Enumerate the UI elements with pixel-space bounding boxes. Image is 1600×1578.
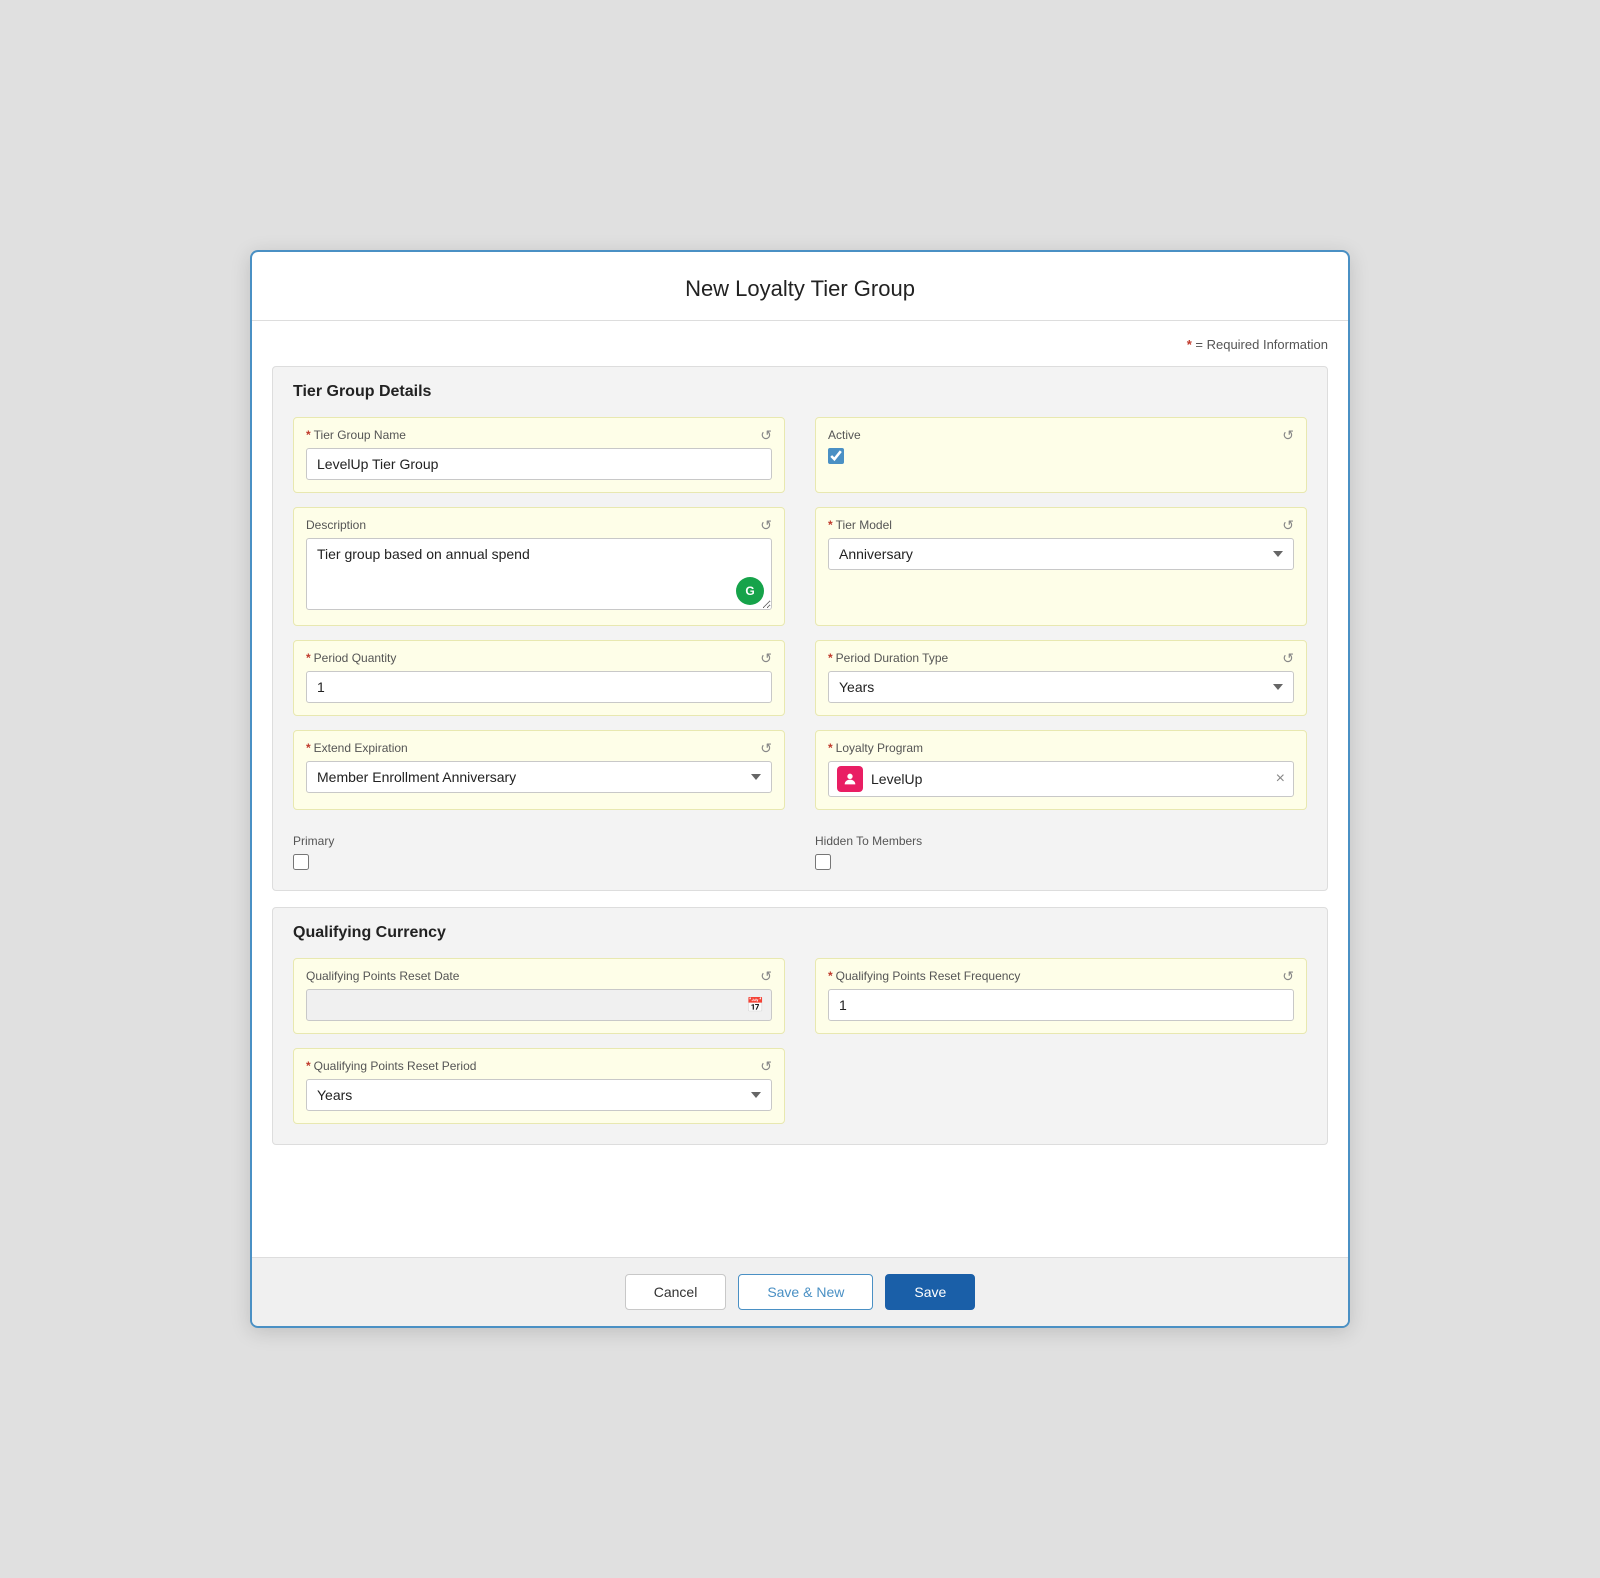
qualifying-currency-grid: Qualifying Points Reset Date ↺ 📅 * Quali…	[293, 958, 1307, 1124]
active-label: Active ↺	[828, 428, 1294, 442]
description-textarea-wrapper: Tier group based on annual spend G	[306, 538, 772, 613]
modal-title: New Loyalty Tier Group	[272, 276, 1328, 302]
qualifying-points-reset-date-reset-icon[interactable]: ↺	[760, 969, 772, 983]
loyalty-program-clear-icon[interactable]: ×	[1276, 771, 1285, 787]
extra-space	[272, 1161, 1328, 1241]
primary-field: Primary	[293, 824, 785, 870]
qualifying-points-reset-date-field: Qualifying Points Reset Date ↺ 📅	[293, 958, 785, 1034]
loyalty-program-label: * Loyalty Program	[828, 741, 1294, 755]
loyalty-program-field: * Loyalty Program LevelUp ×	[815, 730, 1307, 810]
period-duration-type-field: * Period Duration Type ↺ Years Months Da…	[815, 640, 1307, 716]
modal-body: * = Required Information Tier Group Deta…	[252, 321, 1348, 1257]
tier-group-details-grid: * Tier Group Name ↺ Active ↺	[293, 417, 1307, 870]
hidden-to-members-checkbox[interactable]	[815, 854, 831, 870]
modal-container: New Loyalty Tier Group * = Required Info…	[250, 250, 1350, 1328]
qualifying-points-reset-period-select[interactable]: Years Months Days	[306, 1079, 772, 1111]
period-duration-type-reset-icon[interactable]: ↺	[1282, 651, 1294, 665]
save-button[interactable]: Save	[885, 1274, 975, 1310]
active-checkbox-wrapper	[828, 448, 1294, 464]
modal-footer: Cancel Save & New Save	[252, 1257, 1348, 1326]
required-label: = Required Information	[1195, 337, 1328, 352]
tier-group-details-title: Tier Group Details	[293, 383, 1307, 401]
grammarly-icon: G	[736, 577, 764, 605]
active-reset-icon[interactable]: ↺	[1282, 428, 1294, 442]
tier-model-reset-icon[interactable]: ↺	[1282, 518, 1294, 532]
description-textarea[interactable]: Tier group based on annual spend	[306, 538, 772, 610]
description-field: Description ↺ Tier group based on annual…	[293, 507, 785, 626]
hidden-to-members-checkbox-wrapper	[815, 854, 1307, 870]
extend-expiration-select[interactable]: Member Enrollment Anniversary Calendar Y…	[306, 761, 772, 793]
period-quantity-input[interactable]	[306, 671, 772, 703]
description-label: Description ↺	[306, 518, 772, 532]
loyalty-program-name: LevelUp	[871, 771, 1268, 787]
active-checkbox[interactable]	[828, 448, 844, 464]
hidden-to-members-label: Hidden To Members	[815, 834, 1307, 848]
empty-space	[815, 1048, 1307, 1124]
period-quantity-reset-icon[interactable]: ↺	[760, 651, 772, 665]
tier-group-name-label: * Tier Group Name ↺	[306, 428, 772, 442]
tier-model-field: * Tier Model ↺ Anniversary Calendar Year…	[815, 507, 1307, 626]
date-input-wrapper: 📅	[306, 989, 772, 1021]
qualifying-points-reset-date-label: Qualifying Points Reset Date ↺	[306, 969, 772, 983]
cancel-button[interactable]: Cancel	[625, 1274, 727, 1310]
tier-group-name-input[interactable]	[306, 448, 772, 480]
calendar-icon: 📅	[747, 997, 764, 1014]
period-duration-type-select[interactable]: Years Months Days	[828, 671, 1294, 703]
period-duration-type-label: * Period Duration Type ↺	[828, 651, 1294, 665]
loyalty-program-display[interactable]: LevelUp ×	[828, 761, 1294, 797]
qualifying-currency-section: Qualifying Currency Qualifying Points Re…	[272, 907, 1328, 1145]
qualifying-points-reset-period-field: * Qualifying Points Reset Period ↺ Years…	[293, 1048, 785, 1124]
period-quantity-field: * Period Quantity ↺	[293, 640, 785, 716]
primary-checkbox-wrapper	[293, 854, 785, 870]
tier-group-name-field: * Tier Group Name ↺	[293, 417, 785, 493]
active-field: Active ↺	[815, 417, 1307, 493]
primary-checkbox[interactable]	[293, 854, 309, 870]
extend-expiration-label: * Extend Expiration ↺	[306, 741, 772, 755]
qualifying-points-reset-frequency-label: * Qualifying Points Reset Frequency ↺	[828, 969, 1294, 983]
loyalty-program-icon	[837, 766, 863, 792]
qualifying-points-reset-period-reset-icon[interactable]: ↺	[760, 1059, 772, 1073]
primary-label: Primary	[293, 834, 785, 848]
required-asterisk: *	[1187, 337, 1192, 352]
qualifying-points-reset-frequency-reset-icon[interactable]: ↺	[1282, 969, 1294, 983]
qualifying-points-reset-date-input[interactable]	[306, 989, 772, 1021]
extend-expiration-reset-icon[interactable]: ↺	[760, 741, 772, 755]
period-quantity-label: * Period Quantity ↺	[306, 651, 772, 665]
hidden-to-members-field: Hidden To Members	[815, 824, 1307, 870]
modal-header: New Loyalty Tier Group	[252, 252, 1348, 321]
description-reset-icon[interactable]: ↺	[760, 518, 772, 532]
person-icon	[842, 771, 858, 787]
tier-model-select[interactable]: Anniversary Calendar Year Rolling	[828, 538, 1294, 570]
qualifying-currency-title: Qualifying Currency	[293, 924, 1307, 942]
tier-model-label: * Tier Model ↺	[828, 518, 1294, 532]
qualifying-points-reset-period-label: * Qualifying Points Reset Period ↺	[306, 1059, 772, 1073]
required-info-text: * = Required Information	[272, 337, 1328, 352]
qualifying-points-reset-frequency-input[interactable]	[828, 989, 1294, 1021]
save-new-button[interactable]: Save & New	[738, 1274, 873, 1310]
extend-expiration-field: * Extend Expiration ↺ Member Enrollment …	[293, 730, 785, 810]
tier-group-name-reset-icon[interactable]: ↺	[760, 428, 772, 442]
qualifying-points-reset-frequency-field: * Qualifying Points Reset Frequency ↺	[815, 958, 1307, 1034]
tier-group-details-section: Tier Group Details * Tier Group Name ↺ A…	[272, 366, 1328, 891]
